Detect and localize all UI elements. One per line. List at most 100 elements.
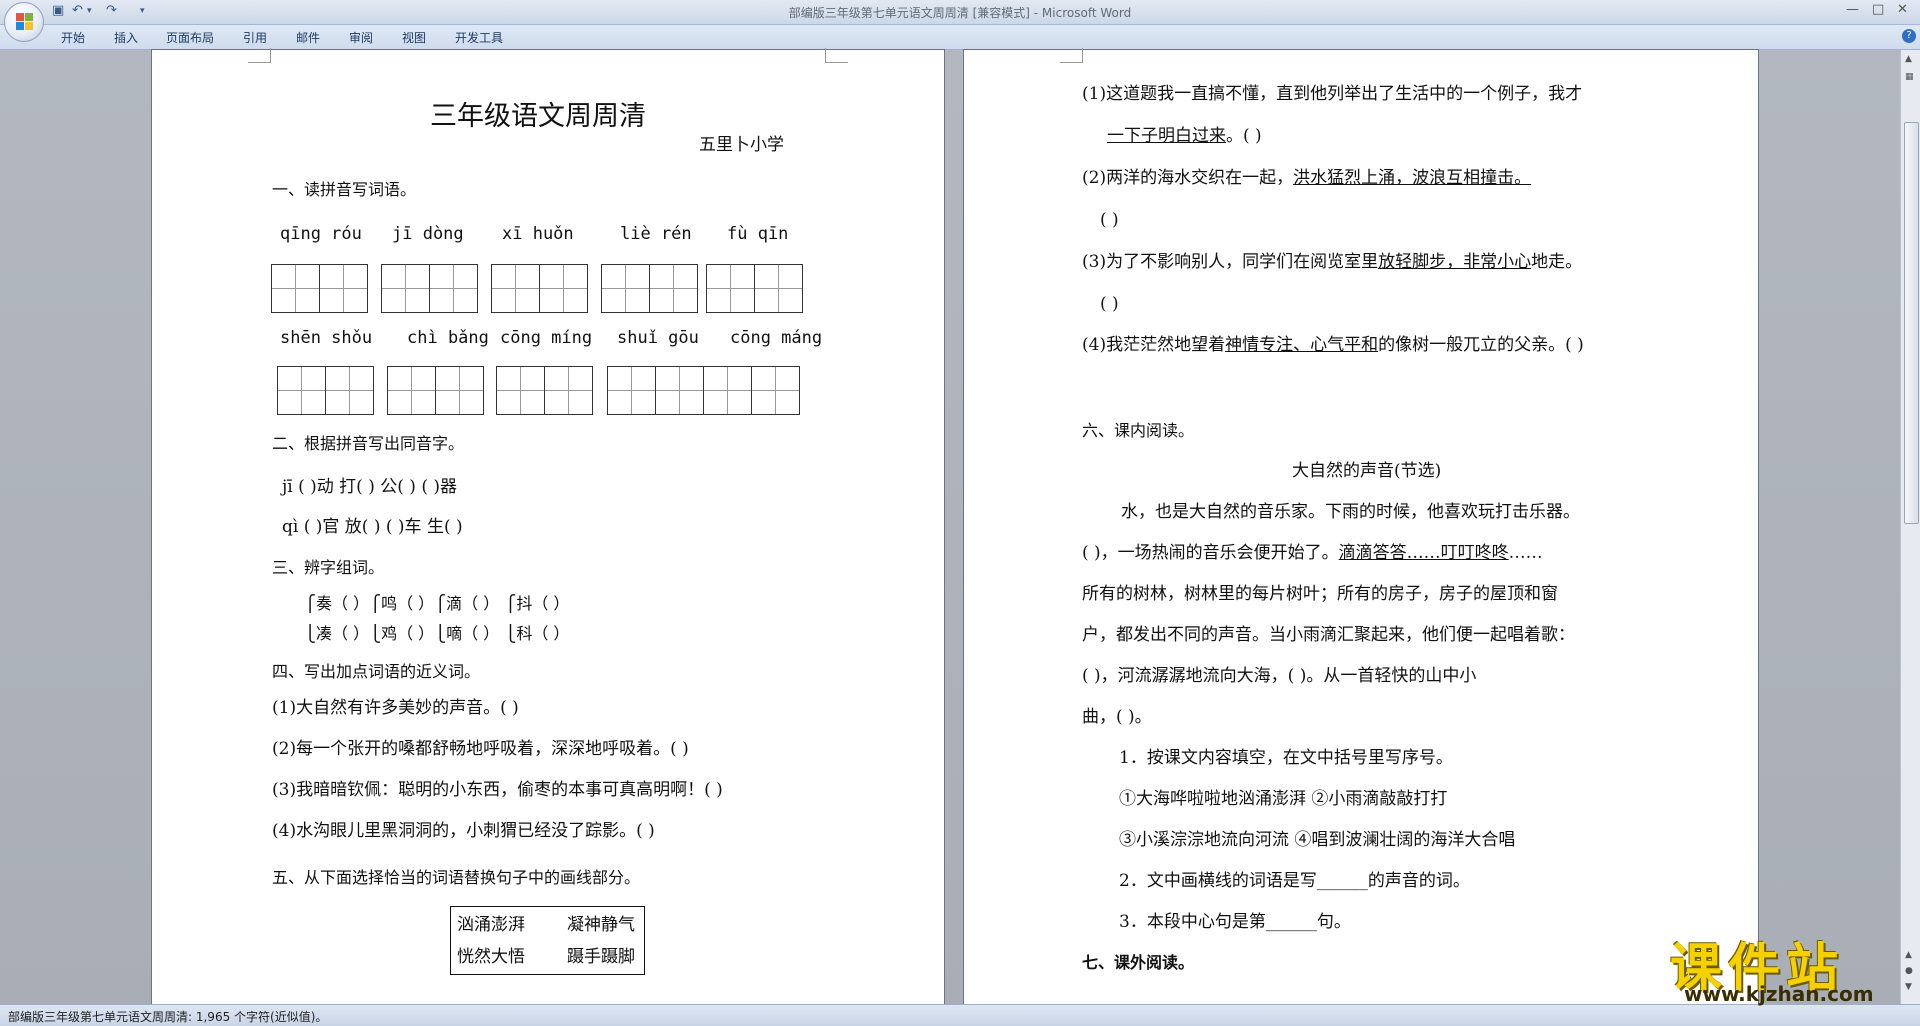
section-heading: 四、写出加点词语的近义词。 bbox=[272, 662, 481, 681]
task-options: ①大海哗啦啦地汹涌澎湃 ②小雨滴敲敲打打 bbox=[1119, 789, 1448, 809]
underlined-phrase: 洪水猛烈上涌，波浪互相撞击。 bbox=[1293, 168, 1532, 188]
writing-grid[interactable] bbox=[491, 264, 588, 313]
question-text: (2)两洋的海水交织在一起， bbox=[1082, 168, 1294, 188]
title-bar: ▣ ↶ ▾ ↷ ▾ 部编版三年级第七单元语文周周清 [兼容模式] - Micro… bbox=[0, 0, 1920, 42]
question-item: (4)水沟眼儿里黑洞洞的，小刺猬已经没了踪影。( ) bbox=[272, 821, 655, 841]
question-item: (2)每一个张开的嗓都舒畅地呼吸着，深深地呼吸着。( ) bbox=[272, 739, 689, 759]
writing-grid[interactable] bbox=[496, 366, 593, 415]
question-item: (2)两洋的海水交织在一起，洪水猛烈上涌，波浪互相撞击。 bbox=[1082, 168, 1531, 188]
tab-review[interactable]: 审阅 bbox=[349, 29, 373, 46]
pinyin-label: qīng róu bbox=[280, 224, 362, 244]
question-item: (3)为了不影响别人，同学们在阅览室里放轻脚步，非常小心地走。 bbox=[1082, 252, 1582, 272]
task-item: 3．本段中心句是第______句。 bbox=[1119, 912, 1351, 932]
status-bar: 部编版三年级第七单元语文周周清: 1,965 个字符(近似值)。 bbox=[0, 1004, 1920, 1026]
margin-corner-mark bbox=[1060, 48, 1083, 63]
question-item: (4)我茫茫然地望着神情专注、心气平和的像树一般兀立的父亲。( ) bbox=[1082, 335, 1584, 355]
reading-text: …… bbox=[1508, 543, 1543, 563]
writing-grid[interactable] bbox=[601, 264, 698, 313]
window-title: 部编版三年级第七单元语文周周清 [兼容模式] - Microsoft Word bbox=[788, 6, 1132, 20]
question-item: (1)这道题我一直搞不懂，直到他列举出了生活中的一个例子，我才 bbox=[1082, 84, 1583, 104]
tab-mailings[interactable]: 邮件 bbox=[296, 29, 320, 46]
minimize-button[interactable]: — bbox=[1846, 2, 1859, 17]
question-text: 的像树一般兀立的父亲。( ) bbox=[1378, 335, 1584, 355]
ribbon-tabs: 开始 插入 页面布局 引用 邮件 审阅 视图 开发工具 ? bbox=[0, 25, 1920, 50]
writing-grid[interactable] bbox=[607, 366, 800, 415]
pinyin-label: shēn shǒu bbox=[280, 328, 373, 348]
reading-title: 大自然的声音(节选) bbox=[1292, 461, 1442, 481]
pinyin-label: cōng míng bbox=[500, 328, 593, 348]
section-heading: 一、读拼音写词语。 bbox=[272, 180, 417, 199]
word-choice: 凝神静气 bbox=[567, 915, 635, 935]
pinyin-label: shuǐ gōu bbox=[617, 328, 699, 348]
section-heading: 二、根据拼音写出同音字。 bbox=[272, 434, 465, 453]
document-page-right[interactable]: (1)这道题我一直搞不懂，直到他列举出了生活中的一个例子，我才 一下子明白过来。… bbox=[964, 48, 1758, 1004]
reading-paragraph-line: 曲，( )。 bbox=[1082, 707, 1152, 727]
question-item: (1)大自然有许多美妙的声音。( ) bbox=[272, 698, 519, 718]
pinyin-label: cōng máng bbox=[730, 328, 823, 348]
reading-text: ( )，一场热闹的音乐会便开始了。 bbox=[1082, 543, 1339, 563]
pinyin-label: xī huǒn bbox=[502, 224, 574, 244]
reading-paragraph-line: ( )，一场热闹的音乐会便开始了。滴滴答答……叮叮咚咚…… bbox=[1082, 543, 1543, 563]
question-text: 地走。 bbox=[1531, 252, 1583, 272]
tab-developer[interactable]: 开发工具 bbox=[455, 29, 503, 46]
maximize-button[interactable]: □ bbox=[1872, 2, 1884, 17]
scroll-up-icon[interactable]: ▲ bbox=[1905, 54, 1912, 64]
tab-references[interactable]: 引用 bbox=[243, 29, 267, 46]
next-page-icon[interactable]: ▼ bbox=[1905, 982, 1912, 992]
answer-blank: 。( ) bbox=[1226, 126, 1262, 146]
watermark-url: www.kjzhan.com bbox=[1684, 982, 1874, 1006]
kjzhan-watermark-logo: 课件站 www.kjzhan.com bbox=[1670, 926, 1900, 1006]
tab-page-layout[interactable]: 页面布局 bbox=[166, 29, 214, 46]
underlined-phrase: 神情专注、心气平和 bbox=[1225, 335, 1379, 355]
writing-grid[interactable] bbox=[271, 264, 368, 313]
writing-grid[interactable] bbox=[381, 264, 478, 313]
section-heading: 七、课外阅读。 bbox=[1082, 953, 1195, 972]
office-button[interactable] bbox=[4, 2, 44, 42]
question-text: (3)为了不影响别人，同学们在阅览室里 bbox=[1082, 252, 1379, 272]
homophone-row: qì ( )官 放( ) ( )车 生( ) bbox=[282, 517, 463, 537]
margin-corner-mark bbox=[248, 48, 271, 63]
task-item: 2．文中画横线的词语是写______的声音的词。 bbox=[1119, 871, 1470, 891]
pinyin-label: chì bǎng bbox=[407, 328, 489, 348]
reading-paragraph-line: ( )，河流潺潺地流向大海，( )。从一首轻快的山中小 bbox=[1082, 666, 1477, 686]
ruler-toggle-icon[interactable]: ▦ bbox=[1905, 72, 1914, 82]
word-choice: 汹涌澎湃 bbox=[457, 915, 525, 935]
distinguish-row: ⎧奏（ ）⎧鸣（ ）⎧滴（ ） ⎧抖（ ） bbox=[304, 594, 570, 613]
document-page-left[interactable]: 三年级语文周周清 五里卜小学 一、读拼音写词语。 qīng róu jī dòn… bbox=[152, 48, 944, 1004]
reading-paragraph-line: 所有的树林，树林里的每片树叶；所有的房子，房子的屋顶和窗 bbox=[1082, 584, 1558, 604]
vertical-scrollbar[interactable]: ▲ ▦ ▲ ● ▼ bbox=[1900, 50, 1920, 1004]
reading-paragraph-line: 户，都发出不同的声音。当小雨滴汇聚起来，他们便一起唱着歌： bbox=[1082, 625, 1575, 645]
writing-grid[interactable] bbox=[706, 264, 803, 313]
answer-blank: ( ) bbox=[1100, 210, 1119, 230]
scrollbar-thumb[interactable] bbox=[1904, 122, 1919, 524]
close-button[interactable]: ✕ bbox=[1897, 2, 1908, 17]
question-item: (3)我暗暗钦佩：聪明的小东西，偷枣的本事可真高明啊！( ) bbox=[272, 780, 723, 800]
question-text: (4)我茫茫然地望着 bbox=[1082, 335, 1226, 355]
pinyin-label: jī dòng bbox=[392, 224, 464, 244]
homophone-row: jī ( )动 打( ) 公( ) ( )器 bbox=[282, 477, 457, 497]
tab-view[interactable]: 视图 bbox=[402, 29, 426, 46]
question-item: 一下子明白过来。( ) bbox=[1107, 126, 1262, 146]
distinguish-row: ⎩凑（ ）⎩鸡（ ）⎩嘀（ ） ⎩科（ ） bbox=[304, 624, 570, 643]
underlined-phrase: 一下子明白过来 bbox=[1107, 126, 1226, 146]
school-name: 五里卜小学 bbox=[699, 135, 784, 155]
answer-blank: ( ) bbox=[1100, 294, 1119, 314]
previous-page-icon[interactable]: ▲ bbox=[1905, 950, 1912, 960]
status-text: 部编版三年级第七单元语文周周清: 1,965 个字符(近似值)。 bbox=[8, 1010, 328, 1024]
browse-object-icon[interactable]: ● bbox=[1905, 966, 1913, 976]
writing-grid[interactable] bbox=[277, 366, 374, 415]
tab-home[interactable]: 开始 bbox=[61, 29, 85, 46]
pinyin-label: fù qīn bbox=[727, 224, 789, 244]
tab-insert[interactable]: 插入 bbox=[114, 29, 138, 46]
section-heading: 六、课内阅读。 bbox=[1082, 421, 1195, 440]
section-heading: 三、辨字组词。 bbox=[272, 558, 385, 577]
page-title: 三年级语文周周清 bbox=[430, 101, 646, 132]
writing-grid[interactable] bbox=[387, 366, 484, 415]
word-choice: 蹑手蹑脚 bbox=[567, 947, 635, 967]
pinyin-label: liè rén bbox=[620, 224, 692, 244]
task-item: 1．按课文内容填空，在文中括号里写序号。 bbox=[1119, 748, 1453, 768]
underlined-phrase: 放轻脚步，非常小心 bbox=[1378, 252, 1532, 272]
help-icon[interactable]: ? bbox=[1902, 29, 1916, 43]
reading-paragraph-line: 水，也是大自然的音乐家。下雨的时候，他喜欢玩打击乐器。 bbox=[1121, 502, 1580, 522]
section-heading: 五、从下面选择恰当的词语替换句子中的画线部分。 bbox=[272, 868, 641, 887]
